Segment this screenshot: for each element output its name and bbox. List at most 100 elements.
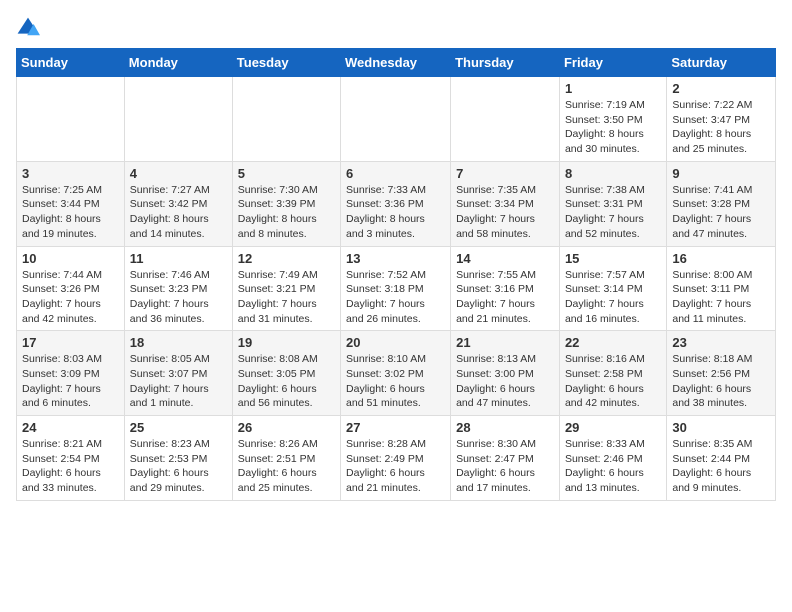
day-info: Sunrise: 7:25 AM Sunset: 3:44 PM Dayligh… (22, 183, 119, 242)
calendar-cell: 1Sunrise: 7:19 AM Sunset: 3:50 PM Daylig… (559, 77, 666, 162)
day-of-week-header: Tuesday (232, 49, 340, 77)
day-number: 19 (238, 335, 335, 350)
calendar-cell: 17 Sunrise: 8:03 AM Sunset: 3:09 PM Dayli… (17, 331, 125, 416)
day-info: Sunrise: 8:10 AM Sunset: 3:02 PM Dayligh… (346, 352, 445, 411)
day-info: Sunrise: 8:00 AM Sunset: 3:11 PM Dayligh… (672, 268, 770, 327)
day-number: 16 (672, 251, 770, 266)
day-number: 6 (346, 166, 445, 181)
day-of-week-header: Wednesday (341, 49, 451, 77)
day-info: Sunrise: 8:18 AM Sunset: 2:56 PM Dayligh… (672, 352, 770, 411)
calendar-cell: 5 Sunrise: 7:30 AM Sunset: 3:39 PM Daylig… (232, 161, 340, 246)
day-number: 25 (130, 420, 227, 435)
day-of-week-header: Sunday (17, 49, 125, 77)
day-info: Sunrise: 8:28 AM Sunset: 2:49 PM Dayligh… (346, 437, 445, 496)
day-number: 7 (456, 166, 554, 181)
day-number: 14 (456, 251, 554, 266)
calendar-cell (124, 77, 232, 162)
day-info: Sunrise: 7:30 AM Sunset: 3:39 PM Dayligh… (238, 183, 335, 242)
calendar-cell: 15 Sunrise: 7:57 AM Sunset: 3:14 PM Dayli… (559, 246, 666, 331)
day-number: 13 (346, 251, 445, 266)
day-info: Sunrise: 8:26 AM Sunset: 2:51 PM Dayligh… (238, 437, 335, 496)
calendar-week-row: 1Sunrise: 7:19 AM Sunset: 3:50 PM Daylig… (17, 77, 776, 162)
day-info: Sunrise: 8:21 AM Sunset: 2:54 PM Dayligh… (22, 437, 119, 496)
calendar-week-row: 17 Sunrise: 8:03 AM Sunset: 3:09 PM Dayli… (17, 331, 776, 416)
day-info: Sunrise: 8:03 AM Sunset: 3:09 PM Dayligh… (22, 352, 119, 411)
day-info: Sunrise: 7:35 AM Sunset: 3:34 PM Dayligh… (456, 183, 554, 242)
day-number: 2 (672, 81, 770, 96)
day-number: 20 (346, 335, 445, 350)
day-info: Sunrise: 8:33 AM Sunset: 2:46 PM Dayligh… (565, 437, 661, 496)
day-number: 21 (456, 335, 554, 350)
calendar-cell: 14 Sunrise: 7:55 AM Sunset: 3:16 PM Dayli… (451, 246, 560, 331)
page-header (16, 16, 776, 40)
day-of-week-header: Friday (559, 49, 666, 77)
calendar-table: SundayMondayTuesdayWednesdayThursdayFrid… (16, 48, 776, 501)
day-info: Sunrise: 7:52 AM Sunset: 3:18 PM Dayligh… (346, 268, 445, 327)
day-info: Sunrise: 7:57 AM Sunset: 3:14 PM Dayligh… (565, 268, 661, 327)
day-of-week-header: Monday (124, 49, 232, 77)
calendar-cell (232, 77, 340, 162)
day-number: 26 (238, 420, 335, 435)
calendar-cell: 28 Sunrise: 8:30 AM Sunset: 2:47 PM Dayli… (451, 416, 560, 501)
day-info: Sunrise: 7:27 AM Sunset: 3:42 PM Dayligh… (130, 183, 227, 242)
calendar-cell: 3 Sunrise: 7:25 AM Sunset: 3:44 PM Daylig… (17, 161, 125, 246)
day-info: Sunrise: 7:49 AM Sunset: 3:21 PM Dayligh… (238, 268, 335, 327)
day-number: 30 (672, 420, 770, 435)
calendar-cell (341, 77, 451, 162)
day-info: Sunrise: 7:33 AM Sunset: 3:36 PM Dayligh… (346, 183, 445, 242)
day-info: Sunrise: 8:23 AM Sunset: 2:53 PM Dayligh… (130, 437, 227, 496)
calendar-week-row: 24 Sunrise: 8:21 AM Sunset: 2:54 PM Dayli… (17, 416, 776, 501)
calendar-cell: 6 Sunrise: 7:33 AM Sunset: 3:36 PM Daylig… (341, 161, 451, 246)
day-number: 12 (238, 251, 335, 266)
day-number: 22 (565, 335, 661, 350)
calendar-cell: 26 Sunrise: 8:26 AM Sunset: 2:51 PM Dayli… (232, 416, 340, 501)
logo-icon (16, 16, 40, 40)
day-number: 3 (22, 166, 119, 181)
day-info: Sunrise: 8:30 AM Sunset: 2:47 PM Dayligh… (456, 437, 554, 496)
day-number: 15 (565, 251, 661, 266)
calendar-cell: 7 Sunrise: 7:35 AM Sunset: 3:34 PM Daylig… (451, 161, 560, 246)
calendar-cell: 27 Sunrise: 8:28 AM Sunset: 2:49 PM Dayli… (341, 416, 451, 501)
day-number: 29 (565, 420, 661, 435)
day-number: 27 (346, 420, 445, 435)
day-info: Sunrise: 8:05 AM Sunset: 3:07 PM Dayligh… (130, 352, 227, 411)
calendar-cell: 4 Sunrise: 7:27 AM Sunset: 3:42 PM Daylig… (124, 161, 232, 246)
day-of-week-header: Thursday (451, 49, 560, 77)
day-number: 17 (22, 335, 119, 350)
day-number: 18 (130, 335, 227, 350)
calendar-cell: 8Sunrise: 7:38 AM Sunset: 3:31 PM Daylig… (559, 161, 666, 246)
calendar-cell: 13 Sunrise: 7:52 AM Sunset: 3:18 PM Dayli… (341, 246, 451, 331)
calendar-cell: 30 Sunrise: 8:35 AM Sunset: 2:44 PM Dayli… (667, 416, 776, 501)
day-info: Sunrise: 7:38 AM Sunset: 3:31 PM Dayligh… (565, 183, 661, 242)
calendar-cell (451, 77, 560, 162)
day-number: 23 (672, 335, 770, 350)
calendar-cell: 25 Sunrise: 8:23 AM Sunset: 2:53 PM Dayli… (124, 416, 232, 501)
calendar-cell: 10 Sunrise: 7:44 AM Sunset: 3:26 PM Dayli… (17, 246, 125, 331)
day-info: Sunrise: 8:08 AM Sunset: 3:05 PM Dayligh… (238, 352, 335, 411)
calendar-cell: 9Sunrise: 7:41 AM Sunset: 3:28 PM Daylig… (667, 161, 776, 246)
day-number: 4 (130, 166, 227, 181)
logo (16, 16, 44, 40)
calendar-week-row: 3 Sunrise: 7:25 AM Sunset: 3:44 PM Daylig… (17, 161, 776, 246)
calendar-week-row: 10 Sunrise: 7:44 AM Sunset: 3:26 PM Dayli… (17, 246, 776, 331)
calendar-cell: 11 Sunrise: 7:46 AM Sunset: 3:23 PM Dayli… (124, 246, 232, 331)
calendar-cell: 20 Sunrise: 8:10 AM Sunset: 3:02 PM Dayli… (341, 331, 451, 416)
day-info: Sunrise: 7:44 AM Sunset: 3:26 PM Dayligh… (22, 268, 119, 327)
day-number: 24 (22, 420, 119, 435)
day-info: Sunrise: 7:46 AM Sunset: 3:23 PM Dayligh… (130, 268, 227, 327)
calendar-cell: 18 Sunrise: 8:05 AM Sunset: 3:07 PM Dayli… (124, 331, 232, 416)
day-info: Sunrise: 8:13 AM Sunset: 3:00 PM Dayligh… (456, 352, 554, 411)
calendar-cell: 24 Sunrise: 8:21 AM Sunset: 2:54 PM Dayli… (17, 416, 125, 501)
day-info: Sunrise: 8:35 AM Sunset: 2:44 PM Dayligh… (672, 437, 770, 496)
calendar-cell: 23 Sunrise: 8:18 AM Sunset: 2:56 PM Dayli… (667, 331, 776, 416)
day-number: 11 (130, 251, 227, 266)
calendar-cell: 2 Sunrise: 7:22 AM Sunset: 3:47 PM Daylig… (667, 77, 776, 162)
day-info: Sunrise: 7:55 AM Sunset: 3:16 PM Dayligh… (456, 268, 554, 327)
day-number: 28 (456, 420, 554, 435)
day-number: 5 (238, 166, 335, 181)
day-info: Sunrise: 7:22 AM Sunset: 3:47 PM Dayligh… (672, 98, 770, 157)
day-number: 10 (22, 251, 119, 266)
day-number: 1 (565, 81, 661, 96)
day-of-week-header: Saturday (667, 49, 776, 77)
calendar-cell: 16 Sunrise: 8:00 AM Sunset: 3:11 PM Dayli… (667, 246, 776, 331)
